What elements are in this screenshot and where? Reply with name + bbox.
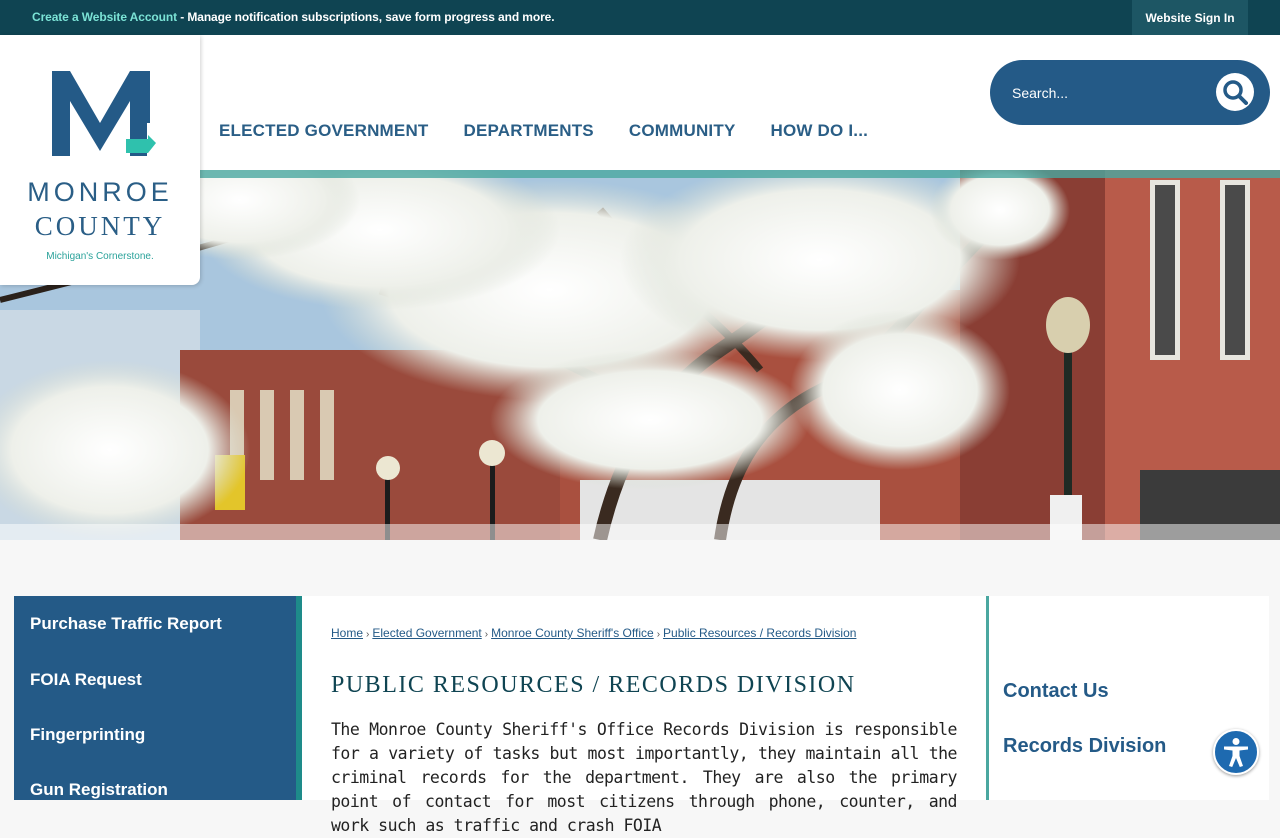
- records-division-link[interactable]: Records Division: [1003, 735, 1166, 758]
- breadcrumb-records-division[interactable]: Public Resources / Records Division: [663, 626, 856, 640]
- sidebar-item-fingerprinting[interactable]: Fingerprinting: [30, 725, 145, 745]
- nav-item-community[interactable]: COMMUNITY: [629, 121, 736, 141]
- page-body-text: The Monroe County Sheriff's Office Recor…: [331, 720, 958, 835]
- breadcrumb-separator-icon: ›: [484, 629, 489, 640]
- sidebar-item-gun-registration[interactable]: Gun Registration: [30, 780, 168, 800]
- nav-item-how-do-i[interactable]: HOW DO I...: [770, 121, 868, 141]
- breadcrumb-home[interactable]: Home: [331, 626, 363, 640]
- breadcrumb: Home › Elected Government › Monroe County Sh…: [331, 626, 856, 640]
- account-message-text: - Manage notification subscriptions, sav…: [176, 10, 555, 24]
- search-bar: [990, 60, 1270, 125]
- top-utility-bar: Create a Website Account - Manage notifi…: [0, 0, 1280, 35]
- nav-item-departments[interactable]: DEPARTMENTS: [464, 121, 594, 141]
- create-account-link[interactable]: Create a Website Account: [32, 10, 177, 24]
- account-message: Create a Website Account - Manage notifi…: [32, 10, 555, 24]
- logo-text-county: COUNTY: [34, 211, 166, 241]
- sidebar-nav: Purchase Traffic Report FOIA Request Fin…: [14, 596, 302, 800]
- accessibility-button[interactable]: [1213, 729, 1259, 775]
- hero-bottom-fade: [0, 524, 1280, 540]
- website-sign-in-button[interactable]: Website Sign In: [1132, 0, 1248, 35]
- contact-us-link[interactable]: Contact Us: [1003, 680, 1109, 703]
- search-button[interactable]: [1216, 73, 1254, 111]
- main-nav: ELECTED GOVERNMENT DEPARTMENTS COMMUNITY…: [219, 121, 903, 141]
- breadcrumb-separator-icon: ›: [656, 629, 661, 640]
- search-input[interactable]: [1010, 82, 1194, 104]
- breadcrumb-elected-government[interactable]: Elected Government: [372, 626, 481, 640]
- page-title: PUBLIC RESOURCES / RECORDS DIVISION: [331, 672, 856, 698]
- logo-m-mark: [52, 71, 156, 156]
- logo-tagline: Michigan's Cornerstone.: [46, 251, 154, 262]
- nav-item-elected-government[interactable]: ELECTED GOVERNMENT: [219, 121, 429, 141]
- breadcrumb-sheriffs-office[interactable]: Monroe County Sheriff's Office: [491, 626, 654, 640]
- logo-text-monroe: MONROE: [27, 177, 173, 207]
- sidebar-item-purchase-traffic-report[interactable]: Purchase Traffic Report: [30, 614, 222, 634]
- sidebar-item-foia-request[interactable]: FOIA Request: [30, 670, 142, 690]
- breadcrumb-separator-icon: ›: [366, 629, 370, 640]
- accessibility-icon: [1224, 738, 1248, 767]
- search-icon: [1223, 80, 1248, 105]
- main-content: Home › Elected Government › Monroe County Sh…: [302, 596, 986, 835]
- site-logo[interactable]: MONROE COUNTY Michigan's Cornerstone.: [0, 35, 200, 285]
